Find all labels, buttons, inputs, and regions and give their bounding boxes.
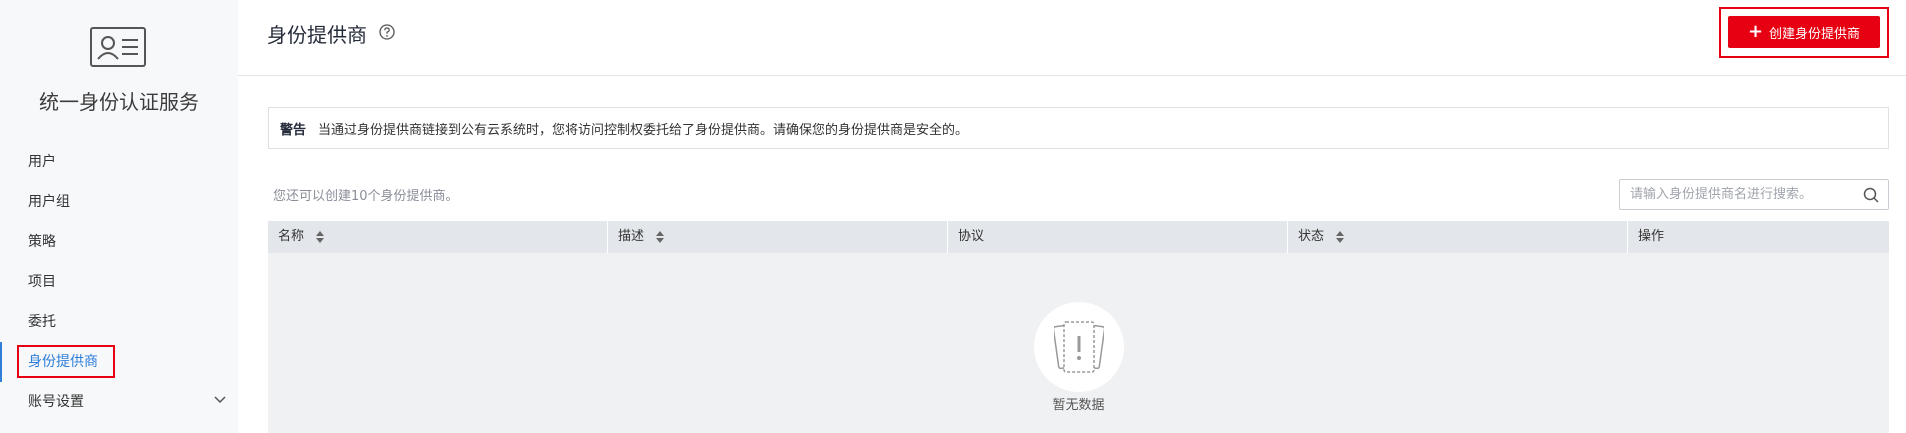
search-box [1619,179,1889,210]
column-header-description[interactable]: 描述 [608,221,948,253]
sort-icon[interactable] [316,231,325,243]
warning-label: 警告 [280,122,307,138]
quota-text: 您还可以创建10个身份提供商。 [273,189,459,204]
warning-banner: 警告 当通过身份提供商链接到公有云系统时，您将访问控制权委托给了身份提供商。请确… [268,107,1889,149]
help-icon[interactable] [379,24,395,40]
sort-icon[interactable] [656,231,665,243]
chevron-down-icon [214,396,226,404]
create-identity-provider-button[interactable]: + 创建身份提供商 [1728,16,1880,48]
sidebar-item-policies[interactable]: 策略 [0,222,238,262]
create-button-label: 创建身份提供商 [1769,26,1861,42]
plus-icon: + [1747,21,1764,42]
empty-state-badge [1034,302,1124,392]
sidebar-item-account-settings[interactable]: 账号设置 [0,382,238,422]
table-body: 暂无数据 [268,253,1889,433]
table-header: 名称 描述 协议 状态 操作 [268,221,1889,253]
sort-icon[interactable] [1336,231,1345,243]
column-label: 操作 [1638,229,1665,244]
sidebar-item-label: 账号设置 [28,394,84,410]
page-header: 身份提供商 + 创建身份提供商 [238,0,1906,76]
sidebar-item-projects[interactable]: 项目 [0,262,238,302]
column-header-name[interactable]: 名称 [268,221,608,253]
highlight-box [17,345,115,378]
page-title: 身份提供商 [267,23,367,47]
service-title: 统一身份认证服务 [39,90,199,114]
empty-data-icon [1054,321,1104,373]
column-header-protocol: 协议 [948,221,1288,253]
sidebar: 统一身份认证服务 用户 用户组 策略 项目 委托 身份提供商 账号设置 [0,0,238,433]
column-label: 状态 [1298,229,1325,244]
search-icon[interactable] [1863,187,1879,203]
id-card-icon [90,27,146,67]
column-label: 协议 [958,229,985,244]
warning-text: 当通过身份提供商链接到公有云系统时，您将访问控制权委托给了身份提供商。请确保您的… [318,122,969,138]
sidebar-item-agencies[interactable]: 委托 [0,302,238,342]
sidebar-item-user-groups[interactable]: 用户组 [0,182,238,222]
column-header-status[interactable]: 状态 [1288,221,1628,253]
search-input[interactable] [1620,180,1845,209]
empty-state-text: 暂无数据 [1052,398,1105,413]
column-header-actions: 操作 [1628,221,1889,253]
column-label: 名称 [278,229,305,244]
column-label: 描述 [618,229,645,244]
sidebar-item-users[interactable]: 用户 [0,142,238,182]
